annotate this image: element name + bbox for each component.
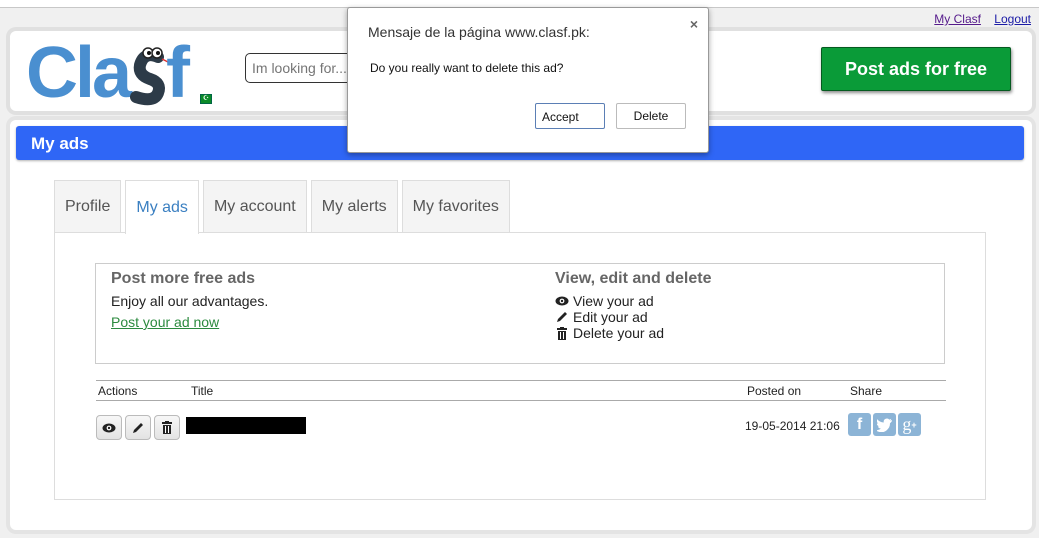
table-row: 19-05-2014 21:06 f g + xyxy=(96,413,946,441)
delete-button[interactable]: Delete xyxy=(616,103,686,129)
svg-text:Cla: Cla xyxy=(26,35,133,107)
view-ad-button[interactable] xyxy=(96,415,122,440)
tabs: Profile My ads My account My alerts My f… xyxy=(54,180,514,234)
dialog-title: Mensaje de la página www.clasf.pk: xyxy=(368,24,590,40)
tab-my-favorites[interactable]: My favorites xyxy=(401,180,510,233)
eye-icon xyxy=(102,423,116,432)
google-plus-share-icon[interactable]: g + xyxy=(898,413,921,436)
col-title: Title xyxy=(191,384,214,398)
post-your-ad-link[interactable]: Post your ad now xyxy=(111,314,219,330)
accept-button[interactable]: Accept xyxy=(535,103,605,129)
eye-icon xyxy=(555,296,569,306)
tab-profile[interactable]: Profile xyxy=(54,180,122,233)
delete-ad-button[interactable] xyxy=(154,415,180,440)
pencil-icon xyxy=(133,422,143,433)
trash-icon xyxy=(162,421,172,434)
col-actions: Actions xyxy=(98,384,138,398)
clasf-logo[interactable]: Cla f xyxy=(26,35,216,107)
trash-icon xyxy=(557,326,567,340)
tab-content: Post more free ads Enjoy all our advanta… xyxy=(54,232,986,500)
advantages-text: Enjoy all our advantages. xyxy=(111,293,269,309)
info-box: Post more free ads Enjoy all our advanta… xyxy=(95,263,945,364)
edit-item: Edit your ad xyxy=(555,309,712,325)
pencil-icon xyxy=(557,312,567,322)
dialog-message: Do you really want to delete this ad? xyxy=(370,61,564,75)
posted-on-value: 19-05-2014 21:06 xyxy=(745,419,840,433)
view-edit-delete-heading: View, edit and delete xyxy=(555,270,712,287)
delete-item-label: Delete your ad xyxy=(573,325,665,341)
post-more-section: Post more free ads Enjoy all our advanta… xyxy=(111,270,268,332)
col-posted-on: Posted on xyxy=(747,384,802,398)
ad-title-redacted[interactable] xyxy=(186,417,306,434)
view-item-label: View your ad xyxy=(573,293,654,309)
confirm-dialog: Mensaje de la página www.clasf.pk: × Do … xyxy=(347,7,709,153)
top-links: My Clasf Logout xyxy=(924,12,1031,26)
view-edit-delete-section: View, edit and delete View your ad Edit … xyxy=(555,270,712,341)
edit-item-label: Edit your ad xyxy=(573,309,648,325)
close-icon[interactable]: × xyxy=(690,16,698,32)
my-clasf-link[interactable]: My Clasf xyxy=(934,12,981,26)
logout-link[interactable]: Logout xyxy=(994,12,1031,26)
view-item: View your ad xyxy=(555,293,712,309)
col-share: Share xyxy=(850,384,883,398)
main-panel: My ads Profile My ads My account My aler… xyxy=(10,120,1032,530)
tab-my-account[interactable]: My account xyxy=(202,180,307,233)
twitter-share-icon[interactable] xyxy=(873,413,896,436)
facebook-share-icon[interactable]: f xyxy=(848,413,871,436)
delete-item: Delete your ad xyxy=(555,325,712,341)
pakistan-flag-icon: ☪ xyxy=(200,94,212,104)
svg-text:f: f xyxy=(166,35,191,107)
tab-my-alerts[interactable]: My alerts xyxy=(310,180,398,233)
tab-my-ads[interactable]: My ads xyxy=(125,180,199,234)
post-ads-button[interactable]: Post ads for free xyxy=(821,47,1011,91)
post-more-heading: Post more free ads xyxy=(111,270,256,287)
edit-ad-button[interactable] xyxy=(125,415,151,440)
ads-table-header: Actions Title Posted on Share xyxy=(96,380,946,401)
